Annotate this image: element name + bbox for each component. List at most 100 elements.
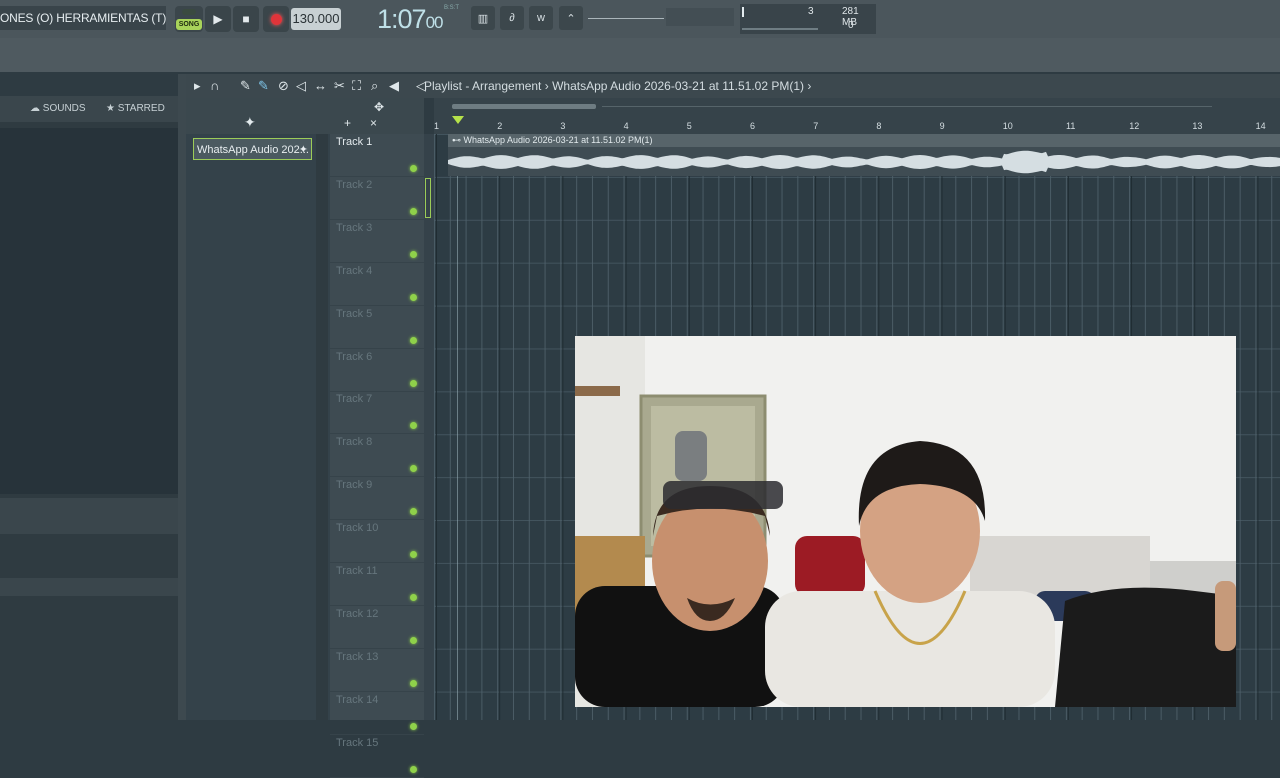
breadcrumb-separator: › — [544, 79, 549, 93]
slice-icon[interactable]: ✂ — [334, 78, 345, 94]
track-name[interactable]: Track 9 — [336, 479, 372, 491]
browser-row[interactable] — [0, 578, 178, 596]
bar-number: 12 — [1129, 121, 1140, 131]
pattern-name[interactable]: WhatsApp Audio 2026-03-21 at 11.51.02 PM… — [552, 79, 804, 93]
track-name[interactable]: Track 11 — [336, 565, 378, 577]
time-unit-label: B:S:T — [444, 5, 460, 11]
pencil-icon[interactable]: ✎ — [240, 78, 251, 94]
track-enable-led-icon[interactable] — [410, 722, 417, 730]
track-enable-led-icon[interactable] — [410, 207, 417, 215]
track-enable-led-icon[interactable] — [410, 165, 417, 172]
track-name[interactable]: Track 5 — [336, 308, 372, 320]
bar-number: 1 — [434, 121, 440, 131]
audio-clip[interactable]: ⊷ WhatsApp Audio 2026-03-21 at 11.51.02 … — [448, 134, 1280, 176]
track-selection-marker — [425, 178, 431, 218]
audio-clip-name: WhatsApp Audio 2026-03-21 at 11.51.02 PM… — [463, 135, 653, 145]
song-mode-label: SONG — [176, 19, 202, 30]
track-name[interactable]: Track 8 — [336, 436, 372, 448]
track-name[interactable]: Track 13 — [336, 651, 378, 663]
picker-toolbar: ✦ — [186, 98, 330, 134]
track-separator — [330, 304, 424, 306]
track-separator — [330, 776, 424, 778]
track-name[interactable]: Track 7 — [336, 393, 372, 405]
add-track-icon[interactable]: + — [344, 116, 351, 130]
scroll-track — [602, 106, 1212, 107]
bar-number: 8 — [876, 121, 882, 131]
playlist-title: Playlist - Arrangement › WhatsApp Audio … — [424, 79, 811, 93]
track-headers-toolbar: ✥ + × — [330, 98, 424, 134]
track-enable-led-icon[interactable] — [410, 379, 417, 387]
hint-box — [666, 8, 734, 26]
browser-tab-starred[interactable]: ★ STARRED — [106, 103, 165, 114]
track-separator — [330, 433, 424, 435]
track-name[interactable]: Track 3 — [336, 222, 372, 234]
horizontal-scrollbar[interactable] — [442, 102, 1212, 112]
playback-icon[interactable]: ◀ — [389, 78, 399, 94]
track-separator — [330, 690, 424, 692]
track-name[interactable]: Track 10 — [336, 522, 378, 534]
stop-button[interactable]: ■ — [233, 6, 259, 32]
wait-input-button[interactable]: w — [529, 6, 553, 30]
track-enable-led-icon[interactable] — [410, 250, 417, 258]
stop-icon: ■ — [242, 12, 250, 26]
bar-number: 7 — [813, 121, 819, 131]
clip-picker — [186, 98, 330, 720]
play-icon: ▶ — [213, 12, 223, 26]
track-enable-led-icon[interactable] — [410, 679, 417, 687]
panel-divider[interactable] — [178, 74, 186, 720]
track-name[interactable]: Track 2 — [336, 179, 372, 191]
track-separator — [330, 605, 424, 606]
webcam-overlay — [575, 336, 1236, 707]
track-name[interactable]: Track 12 — [336, 608, 378, 620]
select-icon[interactable]: ⛶ — [352, 78, 361, 94]
track-name[interactable]: Track 15 — [336, 737, 378, 749]
record-icon — [270, 13, 282, 25]
track-name[interactable]: Track 1 — [336, 136, 372, 148]
pattern-song-toggle[interactable]: SONG — [175, 6, 203, 32]
magnet-icon[interactable]: ∩ — [210, 78, 219, 93]
step-edit-button[interactable]: ∂ — [500, 6, 524, 30]
track-separator — [330, 476, 424, 478]
slip-icon[interactable]: ↔ — [314, 78, 327, 93]
browser-row[interactable] — [0, 498, 178, 534]
track-enable-led-icon[interactable] — [410, 594, 417, 601]
play-button[interactable]: ▶ — [205, 6, 231, 32]
bar-number: 14 — [1255, 121, 1266, 131]
picker-scrollbar[interactable] — [316, 134, 328, 720]
picker-clip-item[interactable]: WhatsApp Audio 202... ✦ — [193, 138, 312, 160]
webcam-image — [575, 336, 1236, 707]
scroll-thumb[interactable] — [452, 104, 596, 109]
track-name[interactable]: Track 4 — [336, 265, 372, 277]
browser-list[interactable] — [0, 128, 178, 494]
playhead-marker[interactable] — [452, 116, 464, 124]
typing-keyboard-button[interactable]: ▥ — [471, 6, 495, 30]
metronome-button[interactable]: ⌃ — [559, 6, 583, 30]
audio-clip-icon[interactable]: ✦ — [244, 114, 256, 131]
song-time-display[interactable]: 1:0700 B:S:T — [377, 2, 463, 36]
track-enable-led-icon[interactable] — [410, 336, 417, 344]
track-name[interactable]: Track 14 — [336, 694, 378, 706]
move-icon[interactable]: ✥ — [374, 100, 384, 114]
main-menu-bar[interactable]: ONES (O) HERRAMIENTAS (T) AYUDA — [0, 6, 166, 30]
bar-number: 13 — [1192, 121, 1203, 131]
audio-clip-header: ⊷ WhatsApp Audio 2026-03-21 at 11.51.02 … — [448, 134, 1280, 147]
arrow-right-icon[interactable]: ▸ — [194, 78, 201, 94]
track-separator — [330, 218, 424, 220]
remove-track-icon[interactable]: × — [370, 116, 377, 130]
playlist-header: ▸ ∩ ✎ ✎ ⊘ ◁ ↔ ✂ ⛶ ⌕ ◀ ◁ Playlist - Arran… — [186, 74, 1280, 98]
brush-icon[interactable]: ✎ — [258, 78, 269, 94]
track-name[interactable]: Track 6 — [336, 351, 372, 363]
track-separator — [330, 390, 424, 392]
delete-icon[interactable]: ⊘ — [278, 78, 289, 94]
track-enable-led-icon[interactable] — [410, 765, 417, 773]
zoom-icon[interactable]: ⌕ — [371, 78, 378, 94]
wait-icon: w — [537, 12, 545, 24]
toolbar-secondary — [0, 38, 1280, 72]
track-enable-led-icon[interactable] — [410, 293, 417, 301]
mute-icon[interactable]: ◁ — [296, 78, 306, 94]
tempo-display[interactable]: 130.000 — [291, 8, 341, 30]
record-button[interactable] — [263, 6, 289, 32]
browser-tab-sounds[interactable]: ☁ SOUNDS — [30, 103, 86, 114]
track-enable-led-icon[interactable] — [410, 636, 417, 644]
browser-tabs: ☁ SOUNDS ★ STARRED — [0, 96, 178, 122]
